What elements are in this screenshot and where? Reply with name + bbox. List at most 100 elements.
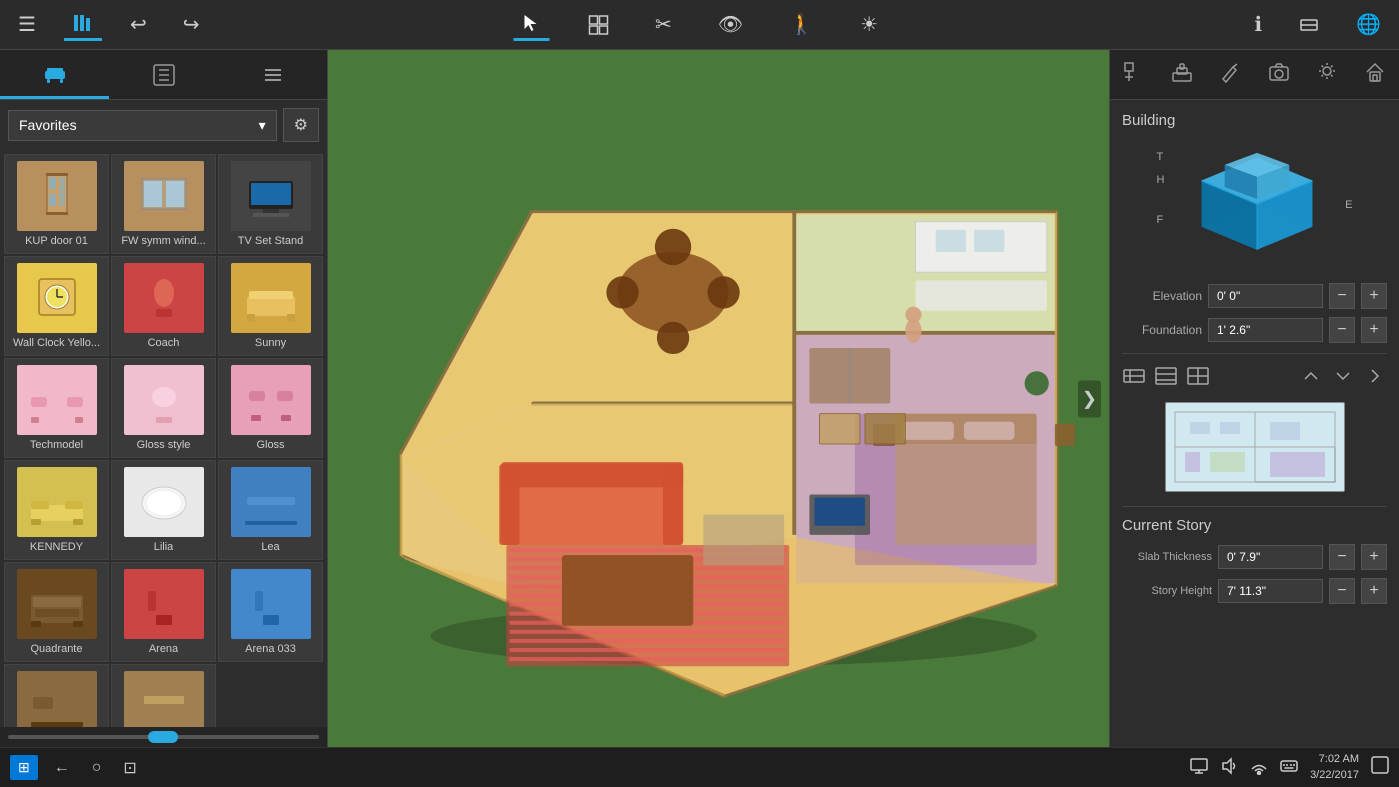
list-item[interactable] [111,664,216,727]
right-tab-build[interactable] [1163,57,1201,92]
scroll-bar [0,727,327,747]
search-bar: Favorites ▾ ⚙ [0,100,327,150]
back-btn[interactable]: ← [48,757,76,779]
stories-btn[interactable] [1290,10,1328,40]
walk-btn[interactable]: 🚶 [781,8,822,41]
floor-plan-canvas[interactable] [328,50,1109,747]
floor-plan-thumbnail[interactable] [1165,402,1345,492]
tab-style[interactable] [109,50,218,99]
story-height-label: Story Height [1122,585,1212,597]
dropdown-chevron: ▾ [259,117,266,134]
building-title: Building [1122,112,1387,129]
tab-furniture[interactable] [0,50,109,99]
expand-arrow[interactable]: ❯ [1078,380,1101,417]
view-btn[interactable]: 👁 [710,8,751,41]
settings-gear-btn[interactable]: ⚙ [283,108,319,142]
story-icon-1[interactable] [1122,364,1146,394]
elevation-increase-btn[interactable]: + [1361,283,1387,309]
list-item[interactable]: Gloss [218,358,323,458]
list-item[interactable]: Wall Clock Yello... [4,256,109,356]
item-label: Wall Clock Yello... [13,337,100,349]
redo-btn[interactable]: ↪ [175,8,208,41]
library-btn[interactable] [64,8,102,41]
foundation-label: Foundation [1122,323,1202,337]
multitask-btn[interactable]: ⊡ [117,756,142,780]
divider-2 [1122,506,1387,507]
date-display: 3/22/2017 [1310,768,1359,783]
list-item[interactable]: TV Set Stand [218,154,323,254]
network-btn[interactable] [1250,757,1268,778]
list-item[interactable]: Gloss style [111,358,216,458]
story-height-input[interactable] [1218,579,1323,603]
undo-btn[interactable]: ↩ [122,8,155,41]
story-height-row: Story Height − + [1122,578,1387,604]
home-circle-btn[interactable]: ○ [86,757,108,779]
select-tool-btn[interactable] [513,8,549,41]
list-item[interactable]: Lilia [111,460,216,560]
elevation-input[interactable] [1208,284,1323,308]
item-label: KENNEDY [30,541,83,553]
list-item[interactable]: Sunny [218,256,323,356]
slab-increase-btn[interactable]: + [1361,544,1387,570]
right-panel: Building T H F E [1109,50,1399,747]
center-canvas: ❯ [328,50,1109,747]
foundation-increase-btn[interactable]: + [1361,317,1387,343]
foundation-input[interactable] [1208,318,1323,342]
story-icon-3[interactable] [1186,364,1210,394]
item-label: Quadrante [31,643,83,655]
notifications-btn[interactable] [1371,756,1389,779]
story-icon-right[interactable] [1363,364,1387,394]
right-tab-paint[interactable] [1211,57,1249,92]
story-icon-down[interactable] [1331,364,1355,394]
slab-thickness-row: Slab Thickness − + [1122,544,1387,570]
story-height-decrease-btn[interactable]: − [1329,578,1355,604]
slab-thickness-input[interactable] [1218,545,1323,569]
sun-btn[interactable]: ☀ [852,8,886,41]
list-item[interactable]: KENNEDY [4,460,109,560]
cut-btn[interactable]: ✂ [647,8,680,41]
center-toolbar: ✂ 👁 🚶 ☀ [513,8,886,41]
keyboard-btn[interactable] [1280,757,1298,778]
main-layout: Favorites ▾ ⚙ KUP door 01 [0,50,1399,747]
list-item[interactable]: Techmodel [4,358,109,458]
screen-btn[interactable] [1190,757,1208,778]
list-item[interactable] [4,664,109,727]
item-label: Gloss [256,439,284,451]
item-label: FW symm wind... [121,235,205,247]
scroll-thumb[interactable] [148,731,178,743]
slab-decrease-btn[interactable]: − [1329,544,1355,570]
globe-btn[interactable]: 🌐 [1348,8,1389,41]
menu-btn[interactable]: ☰ [10,8,44,41]
info-btn[interactable]: ℹ [1246,8,1270,41]
favorites-dropdown[interactable]: Favorites ▾ [8,110,277,141]
list-item[interactable]: KUP door 01 [4,154,109,254]
item-label: Techmodel [30,439,83,451]
divider-1 [1122,353,1387,354]
tab-list[interactable] [218,50,327,99]
story-height-increase-btn[interactable]: + [1361,578,1387,604]
right-tab-home[interactable] [1356,57,1394,92]
right-tab-camera[interactable] [1260,57,1298,92]
building-3d-preview: T H F E [1122,139,1387,269]
right-tab-select[interactable] [1115,57,1153,92]
list-item[interactable]: FW symm wind... [111,154,216,254]
list-item[interactable]: Arena [111,562,216,662]
taskbar-time: 7:02 AM 3/22/2017 [1310,752,1359,783]
taskbar: ⊞ ← ○ ⊡ [0,747,1399,787]
foundation-decrease-btn[interactable]: − [1329,317,1355,343]
list-item[interactable]: Lea [218,460,323,560]
scroll-track[interactable] [8,735,319,739]
list-item[interactable]: Quadrante [4,562,109,662]
list-item[interactable]: Arena 033 [218,562,323,662]
elevation-decrease-btn[interactable]: − [1329,283,1355,309]
left-tabs [0,50,327,100]
right-tab-lighting[interactable] [1308,57,1346,92]
right-tabs [1110,50,1399,100]
story-icon-2[interactable] [1154,364,1178,394]
start-button[interactable]: ⊞ [10,755,38,780]
story-icon-up[interactable] [1299,364,1323,394]
time-display: 7:02 AM [1310,752,1359,767]
list-item[interactable]: Coach [111,256,216,356]
volume-btn[interactable] [1220,757,1238,778]
rooms-btn[interactable] [579,8,617,41]
